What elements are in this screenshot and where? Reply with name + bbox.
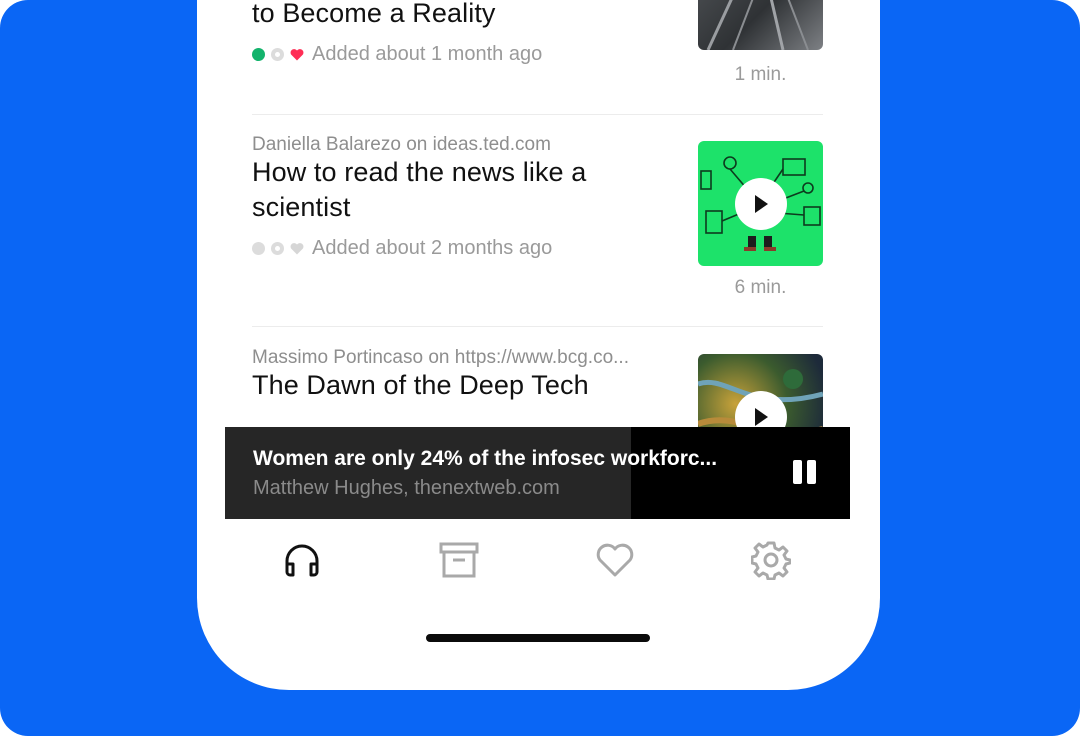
phone-screen: to Become a Reality Added about 1 month … [197, 0, 880, 690]
article-source: Daniella Balarezo on ideas.ted.com [252, 134, 551, 155]
tab-listen[interactable] [282, 540, 322, 580]
archive-icon [439, 542, 479, 578]
home-indicator [426, 634, 650, 642]
listened-status-icon [252, 47, 265, 61]
tab-archive[interactable] [439, 540, 479, 580]
street-photo-image [706, 0, 809, 50]
gear-icon [750, 541, 792, 581]
now-playing-bar[interactable]: Women are only 24% of the infosec workfo… [225, 427, 850, 519]
article-thumbnail[interactable] [698, 141, 823, 266]
favorite-heart-icon [290, 48, 304, 60]
list-divider [252, 326, 823, 327]
article-duration: 6 min. [734, 277, 787, 298]
progress-status-icon [271, 241, 284, 255]
tab-favorites[interactable] [595, 540, 635, 580]
article-item[interactable]: Daniella Balarezo on ideas.ted.com How t… [252, 134, 823, 310]
listened-status-icon [252, 241, 265, 255]
heart-icon [596, 543, 634, 577]
playback-progress-bar [225, 427, 632, 519]
added-date: Added about 1 month ago [312, 42, 543, 65]
background-canvas: to Become a Reality Added about 1 month … [0, 0, 1080, 736]
article-title: to Become a Reality [252, 0, 496, 28]
favorite-heart-icon [290, 242, 304, 254]
article-title: How to read the news like a scientist [252, 157, 587, 222]
article-meta: Added about 1 month ago [252, 41, 542, 67]
now-playing-title: Women are only 24% of the infosec workfo… [253, 447, 718, 470]
article-source: Massimo Portincaso on https://www.bcg.co… [252, 347, 629, 368]
headphones-icon [285, 544, 319, 577]
list-divider [252, 114, 823, 115]
play-icon [755, 408, 768, 426]
pause-icon[interactable] [793, 460, 819, 486]
article-item[interactable]: to Become a Reality Added about 1 month … [252, 0, 823, 90]
now-playing-subtitle: Matthew Hughes, thenextweb.com [253, 477, 560, 499]
play-icon [755, 195, 768, 213]
added-date: Added about 2 months ago [312, 236, 553, 259]
play-button[interactable] [735, 178, 787, 230]
tab-bar [197, 540, 880, 582]
article-thumbnail[interactable] [698, 0, 823, 50]
article-title: The Dawn of the Deep Tech [252, 370, 589, 400]
article-meta: Added about 2 months ago [252, 235, 552, 261]
progress-status-icon [271, 47, 284, 61]
article-duration: 1 min. [734, 64, 787, 85]
tab-settings[interactable] [750, 540, 792, 581]
